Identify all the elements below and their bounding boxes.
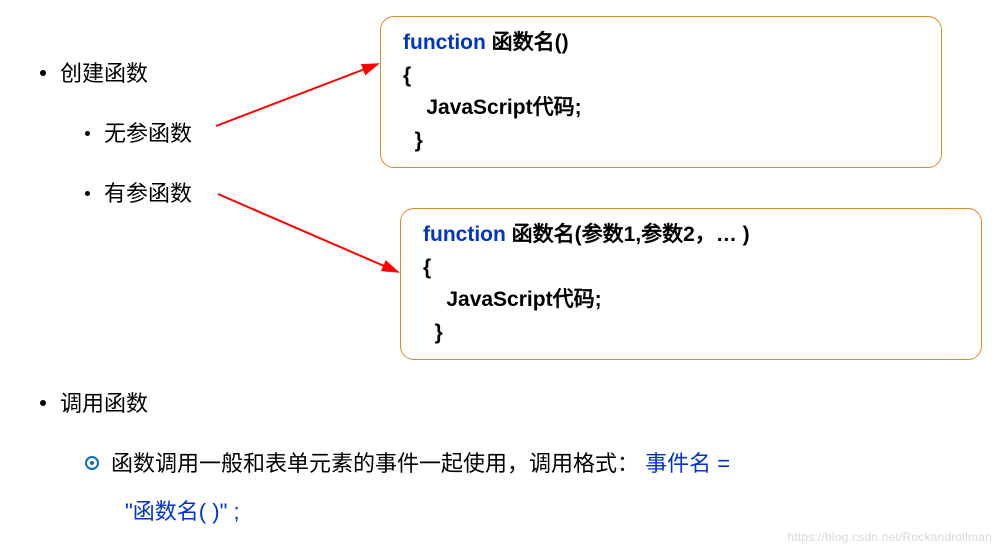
bullet-call-function: 调用函数	[40, 386, 148, 418]
paragraph-lead: 函数调用一般和表单元素的事件一起使用，调用格式：	[111, 451, 639, 476]
bullet-call-text: 调用函数	[60, 391, 148, 416]
watermark-text: https://blog.csdn.net/Rockandrollman	[787, 530, 992, 544]
ring-bullet-icon	[85, 456, 99, 470]
paragraph-blue2: "函数名( )" ;	[125, 499, 240, 524]
paragraph-call-usage: 函数调用一般和表单元素的事件一起使用，调用格式： 事件名 = "函数名( )" …	[85, 440, 965, 537]
paragraph-blue1: 事件名 =	[639, 451, 730, 476]
bullet-dot-icon	[40, 400, 46, 406]
